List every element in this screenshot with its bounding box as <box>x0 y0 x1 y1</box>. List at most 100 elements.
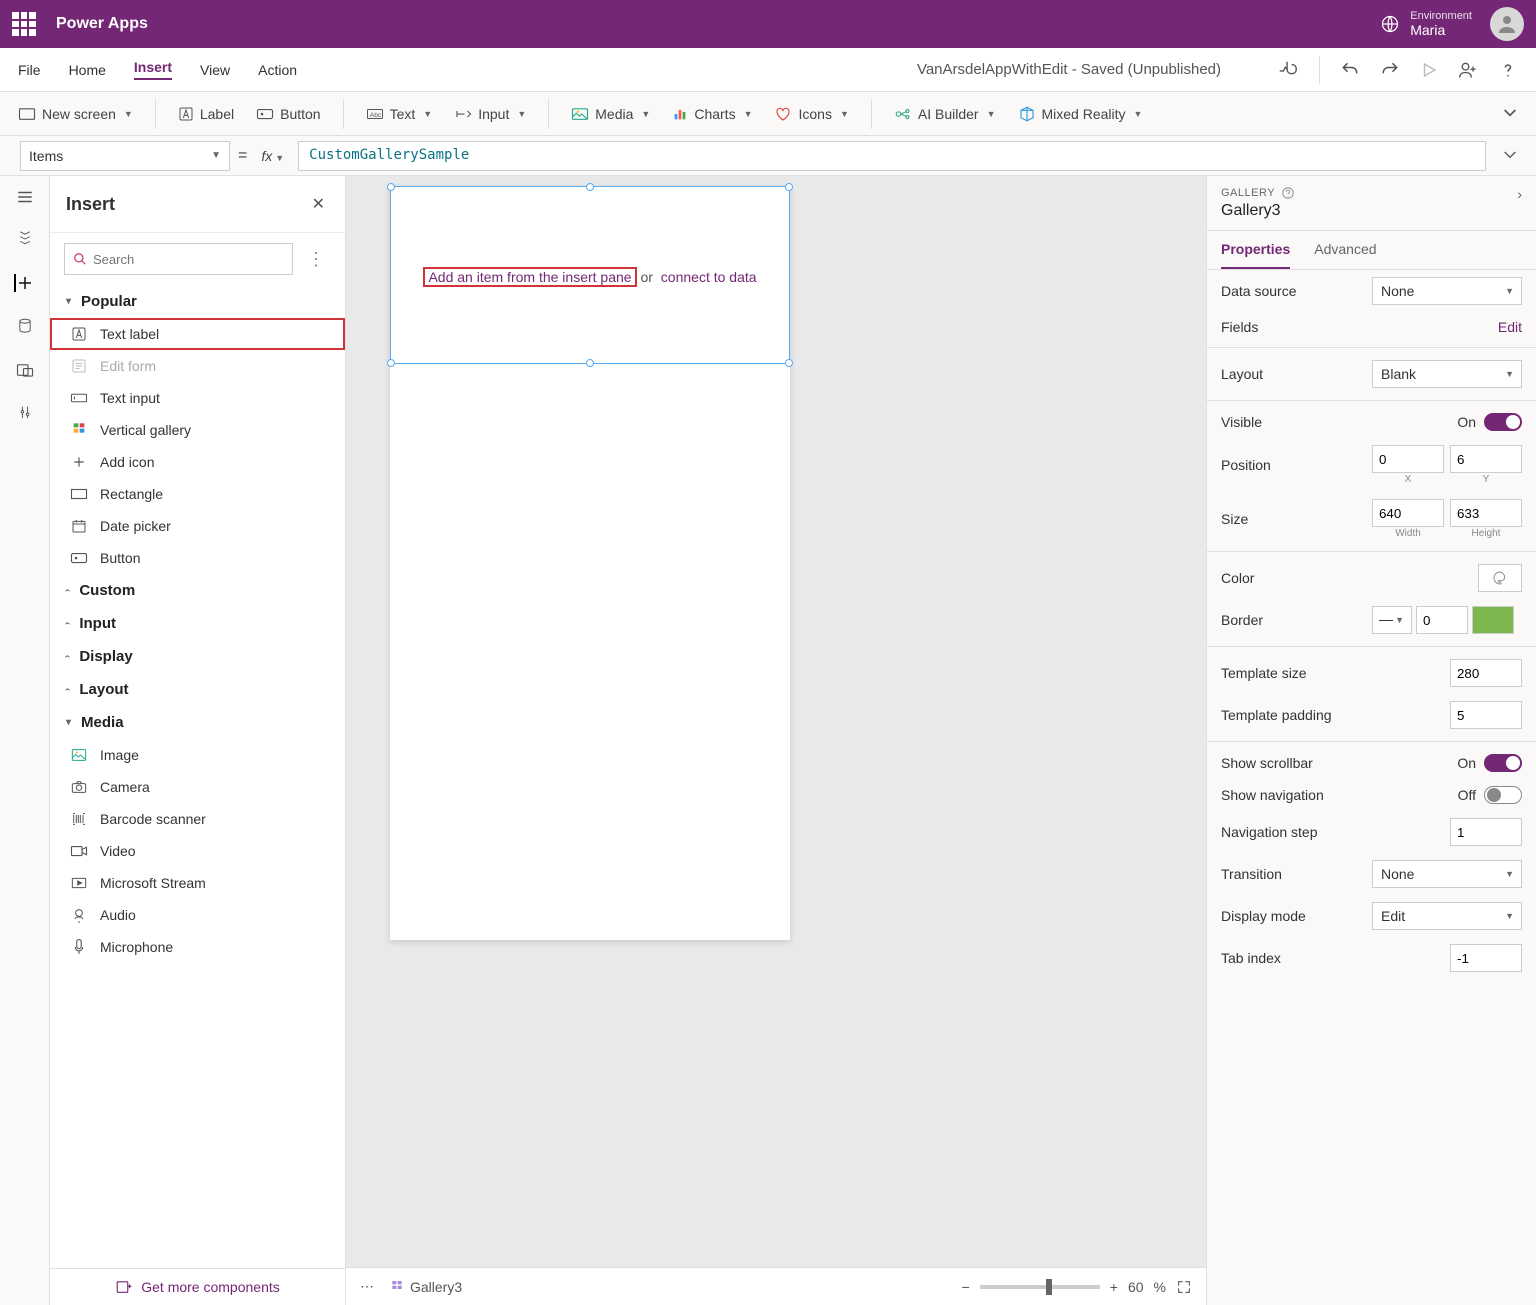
menu-home[interactable]: Home <box>69 62 106 78</box>
insert-edit-form[interactable]: Edit form <box>50 350 345 382</box>
display-mode-select[interactable]: Edit▼ <box>1372 902 1522 930</box>
rail-tree-icon[interactable] <box>16 230 34 248</box>
ribbon-media[interactable]: Media▼ <box>571 106 650 122</box>
tab-advanced[interactable]: Advanced <box>1314 231 1376 269</box>
scrollbar-toggle[interactable] <box>1484 754 1522 772</box>
search-icon <box>73 252 87 266</box>
environment-picker[interactable]: Environment Maria <box>1380 10 1472 38</box>
position-y-input[interactable] <box>1450 445 1522 473</box>
data-source-select[interactable]: None▼ <box>1372 277 1522 305</box>
visible-toggle[interactable] <box>1484 413 1522 431</box>
layout-select[interactable]: Blank▼ <box>1372 360 1522 388</box>
prop-transition-label: Transition <box>1221 866 1372 882</box>
ribbon-mixed-reality[interactable]: Mixed Reality▼ <box>1018 105 1143 123</box>
border-style-select[interactable]: ▼ <box>1372 606 1412 634</box>
ribbon-new-screen[interactable]: New screen▼ <box>18 106 133 122</box>
formula-input[interactable]: CustomGallerySample <box>298 141 1486 171</box>
get-more-components[interactable]: Get more components <box>50 1268 345 1305</box>
gallery-selection[interactable]: Add an item from the insert pane or conn… <box>390 186 790 364</box>
zoom-slider[interactable] <box>980 1285 1100 1289</box>
play-icon[interactable] <box>1420 61 1438 79</box>
insert-text-input[interactable]: Text input <box>50 382 345 414</box>
insert-button[interactable]: Button <box>50 542 345 574</box>
menu-view[interactable]: View <box>200 62 230 78</box>
insert-date-picker[interactable]: Date picker <box>50 510 345 542</box>
ribbon-icons[interactable]: Icons▼ <box>774 106 848 122</box>
expand-formula-icon[interactable] <box>1494 150 1526 162</box>
more-options-icon[interactable]: ⋮ <box>301 249 331 270</box>
group-popular[interactable]: ▾Popular <box>50 285 345 318</box>
navigation-toggle[interactable] <box>1484 786 1522 804</box>
ribbon-input[interactable]: Input▼ <box>454 106 526 122</box>
ribbon-label[interactable]: Label <box>178 106 234 122</box>
insert-rectangle[interactable]: Rectangle <box>50 478 345 510</box>
user-avatar[interactable] <box>1490 7 1524 41</box>
border-width-input[interactable] <box>1416 606 1468 634</box>
menu-action[interactable]: Action <box>258 62 297 78</box>
rail-hamburger-icon[interactable] <box>16 190 34 204</box>
insert-text-label[interactable]: Text label <box>50 318 345 350</box>
property-selector[interactable]: Items▼ <box>20 141 230 171</box>
app-launcher-icon[interactable] <box>12 12 36 36</box>
tab-index-input[interactable] <box>1450 944 1522 972</box>
help-icon[interactable] <box>1498 60 1518 80</box>
rail-data-icon[interactable] <box>17 318 33 336</box>
menu-insert[interactable]: Insert <box>134 59 172 80</box>
fit-screen-icon[interactable] <box>1176 1279 1192 1295</box>
template-padding-input[interactable] <box>1450 701 1522 729</box>
canvas-hint-connect[interactable]: connect to data <box>661 269 757 285</box>
group-display[interactable]: ›Display <box>50 640 345 673</box>
share-icon[interactable] <box>1458 60 1478 80</box>
info-icon[interactable] <box>1281 186 1295 200</box>
ribbon-charts[interactable]: Charts▼ <box>672 106 752 122</box>
status-more-icon[interactable]: ⋯ <box>360 1278 374 1295</box>
insert-add-icon[interactable]: Add icon <box>50 446 345 478</box>
undo-icon[interactable] <box>1340 60 1360 80</box>
insert-image[interactable]: Image <box>50 739 345 771</box>
insert-camera[interactable]: Camera <box>50 771 345 803</box>
insert-microphone[interactable]: Microphone <box>50 931 345 963</box>
transition-select[interactable]: None▼ <box>1372 860 1522 888</box>
ribbon-overflow-icon[interactable] <box>1502 108 1518 120</box>
tab-properties[interactable]: Properties <box>1221 231 1290 269</box>
close-icon[interactable]: ✕ <box>308 190 329 218</box>
group-custom[interactable]: ›Custom <box>50 574 345 607</box>
fx-label[interactable]: fx▼ <box>255 148 290 164</box>
health-icon[interactable] <box>1277 59 1299 81</box>
breadcrumb[interactable]: Gallery3 <box>390 1279 462 1295</box>
rail-media-icon[interactable] <box>16 362 34 378</box>
menu-file[interactable]: File <box>18 62 41 78</box>
position-x-input[interactable] <box>1372 445 1444 473</box>
template-size-input[interactable] <box>1450 659 1522 687</box>
search-input[interactable] <box>64 243 293 275</box>
ribbon-ai-builder[interactable]: AI Builder▼ <box>894 106 996 122</box>
fields-edit-link[interactable]: Edit <box>1498 319 1522 335</box>
artboard[interactable]: Add an item from the insert pane or conn… <box>390 186 790 940</box>
insert-barcode-scanner[interactable]: Barcode scanner <box>50 803 345 835</box>
globe-icon <box>1380 14 1400 34</box>
group-media[interactable]: ▾Media <box>50 706 345 739</box>
zoom-in-icon[interactable]: + <box>1110 1279 1118 1295</box>
navigation-step-input[interactable] <box>1450 818 1522 846</box>
canvas-hint-insert[interactable]: Add an item from the insert pane <box>423 267 636 287</box>
ribbon-button[interactable]: Button <box>256 106 320 122</box>
insert-video[interactable]: Video <box>50 835 345 867</box>
redo-icon[interactable] <box>1380 60 1400 80</box>
canvas-area[interactable]: Add an item from the insert pane or conn… <box>346 176 1206 1305</box>
size-width-input[interactable] <box>1372 499 1444 527</box>
size-height-input[interactable] <box>1450 499 1522 527</box>
properties-panel: GALLERY Gallery3 › Properties Advanced D… <box>1206 176 1536 1305</box>
rail-tools-icon[interactable] <box>17 404 33 422</box>
insert-audio[interactable]: Audio <box>50 899 345 931</box>
insert-microsoft-stream[interactable]: Microsoft Stream <box>50 867 345 899</box>
insert-vertical-gallery[interactable]: Vertical gallery <box>50 414 345 446</box>
group-layout[interactable]: ›Layout <box>50 673 345 706</box>
rail-insert-icon[interactable] <box>14 274 34 292</box>
ribbon-text[interactable]: AbcText▼ <box>366 106 433 122</box>
canvas-hint-or: or <box>640 269 652 285</box>
group-input[interactable]: ›Input <box>50 607 345 640</box>
color-swatch[interactable] <box>1478 564 1522 592</box>
zoom-out-icon[interactable]: − <box>962 1279 970 1295</box>
collapse-panel-icon[interactable]: › <box>1517 186 1522 202</box>
border-color-swatch[interactable] <box>1472 606 1514 634</box>
